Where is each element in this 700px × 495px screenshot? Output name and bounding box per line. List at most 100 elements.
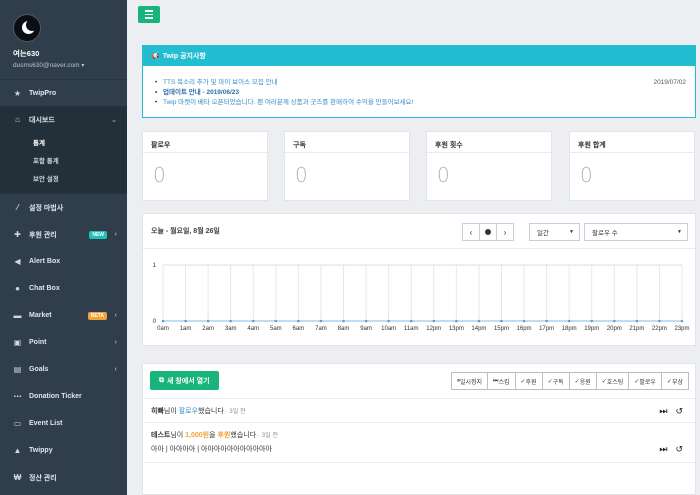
data-point bbox=[635, 319, 639, 323]
x-tick-label: 17pm bbox=[539, 326, 554, 332]
sidebar-item-alertbox[interactable]: ◀ Alert Box bbox=[0, 248, 127, 275]
filter-toggle[interactable]: ✓ 호스팅 bbox=[595, 372, 630, 390]
ticker-icon: ⋯ bbox=[13, 392, 22, 401]
x-tick-label: 7am bbox=[315, 326, 327, 332]
metric-select[interactable]: 팔로우 수 ▼ bbox=[584, 223, 688, 241]
sidebar-sub-total-stats[interactable]: 포함 통계 bbox=[0, 151, 127, 169]
data-point bbox=[206, 319, 210, 323]
data-point bbox=[319, 319, 323, 323]
x-tick-label: 1am bbox=[180, 326, 192, 332]
caret-down-icon: ▼ bbox=[677, 229, 682, 235]
today-button[interactable] bbox=[479, 223, 497, 241]
sidebar-sub-security[interactable]: 보안 설정 bbox=[0, 169, 127, 187]
data-point bbox=[297, 319, 300, 323]
filter-toggle[interactable]: ✓ 응원 bbox=[568, 372, 597, 390]
megaphone-icon: ◀ bbox=[14, 257, 21, 266]
badge: BETA bbox=[87, 311, 107, 320]
sidebar-item-eventlist[interactable]: ▭ Event List bbox=[0, 410, 127, 437]
data-point bbox=[522, 319, 526, 323]
sidebar-item-settlement[interactable]: ₩ 정산 관리 bbox=[0, 464, 127, 491]
data-point bbox=[500, 319, 503, 323]
data-point bbox=[567, 319, 571, 323]
won-icon: ₩ bbox=[13, 473, 22, 482]
stat-card-subscribe: 구독 0 bbox=[284, 131, 410, 201]
replay-icon[interactable]: ↺ bbox=[675, 444, 683, 455]
data-point bbox=[229, 319, 232, 323]
sidebar-item-twippro[interactable]: ★ TwipPro bbox=[0, 80, 127, 106]
dot-icon bbox=[485, 229, 491, 235]
data-point bbox=[432, 319, 436, 323]
sidebar-item-chatbox[interactable]: ● Chat Box bbox=[0, 275, 127, 302]
magic-wand-icon: ⁄ bbox=[16, 203, 19, 212]
sidebar-item-wizard[interactable]: ⁄ 설정 마법사 bbox=[0, 194, 127, 221]
menu-toggle-button[interactable] bbox=[138, 6, 160, 23]
x-tick-label: 10am bbox=[381, 326, 396, 332]
filter-toggle[interactable]: ✓ 팔로우 bbox=[628, 372, 662, 390]
chart-panel: 오늘 - 월요일, 8월 26일 ‹ › 일간 ▼ 팔로우 수 ▼ 1 0 0am 1am… bbox=[142, 213, 696, 346]
open-new-window-button[interactable]: ⧉ 새 창에서 열기 bbox=[150, 371, 219, 390]
filter-toggle[interactable]: ✓ 부상 bbox=[660, 372, 689, 390]
badge: NEW bbox=[89, 230, 107, 239]
data-point bbox=[342, 319, 345, 323]
cart-icon: ▬ bbox=[13, 311, 22, 320]
sidebar: 여는630 dusms630@naver.com ▾ ★ TwipPro ⌂ 대시보… bbox=[0, 0, 127, 495]
x-tick-label: 0am bbox=[157, 326, 169, 332]
megaphone-icon: 📢 bbox=[151, 53, 160, 60]
notice-item[interactable]: 업데이트 안내 - 2019/06/23 bbox=[155, 88, 695, 98]
notice-header: 📢 Twip 공지사항 bbox=[143, 46, 695, 66]
y-tick-label: 1 bbox=[153, 263, 157, 269]
data-point bbox=[409, 319, 413, 323]
avatar[interactable] bbox=[13, 14, 41, 42]
replay-icon[interactable]: ↺ bbox=[675, 406, 683, 417]
stat-card-donation-count: 후원 횟수 0 bbox=[426, 131, 552, 201]
sidebar-item-donation[interactable]: ✚ 후원 관리 NEW ‹ bbox=[0, 221, 127, 248]
notice-item[interactable]: Twip 마켓이 베타 오픈되었습니다. 팬 여러분께 상품과 굿즈를 판매하여… bbox=[155, 98, 695, 108]
x-tick-label: 11am bbox=[404, 326, 419, 332]
filter-toggle[interactable]: ✓ 구독 bbox=[541, 372, 570, 390]
sidebar-item-twippy[interactable]: ▲ Twippy bbox=[0, 437, 127, 464]
chevron-left-icon: ‹ bbox=[114, 231, 117, 238]
data-point bbox=[545, 319, 548, 323]
profile: 여는630 dusms630@naver.com ▾ bbox=[0, 0, 127, 79]
gift-icon: ✚ bbox=[14, 230, 21, 239]
event-panel: ⧉ 새 창에서 열기 ⏸ 일시정지 ⏭ 스킵 ✓ 후원 ✓ 구독 ✓ 응원 ✓ 호스팅 ✓ 팔… bbox=[142, 363, 696, 495]
skip-forward-icon[interactable]: ⏭ bbox=[659, 406, 667, 417]
caret-down-icon: ▾ bbox=[81, 63, 85, 69]
prev-day-button[interactable]: ‹ bbox=[462, 223, 480, 241]
period-select[interactable]: 일간 ▼ bbox=[529, 223, 580, 241]
data-point bbox=[274, 319, 278, 323]
user-email-dropdown[interactable]: dusms630@naver.com ▾ bbox=[13, 62, 127, 69]
sidebar-item-market[interactable]: ▬ Market BETA ‹ bbox=[0, 302, 127, 329]
list-icon: ▭ bbox=[13, 419, 22, 428]
x-tick-label: 2am bbox=[202, 326, 214, 332]
sidebar-item-point[interactable]: ▣ Point ‹ bbox=[0, 329, 127, 356]
chevron-left-icon: ‹ bbox=[114, 339, 117, 346]
stat-card-follow: 팔로우 0 bbox=[142, 131, 268, 201]
filter-toggle[interactable]: ⏭ 스킵 bbox=[487, 372, 516, 390]
data-point bbox=[387, 319, 390, 323]
x-tick-label: 5am bbox=[270, 326, 282, 332]
skip-forward-icon[interactable]: ⏭ bbox=[659, 444, 667, 455]
chart-date-title: 오늘 - 월요일, 8월 26일 bbox=[151, 228, 220, 235]
x-tick-label: 9am bbox=[360, 326, 372, 332]
next-day-button[interactable]: › bbox=[496, 223, 514, 241]
filter-toggle[interactable]: ✓ 후원 bbox=[514, 372, 543, 390]
data-point bbox=[680, 319, 684, 323]
notice-item[interactable]: TTS 목소리 추가 및 마이 보이스 모집 안내 bbox=[155, 78, 695, 88]
bell-icon: ▲ bbox=[13, 446, 22, 455]
data-point bbox=[364, 319, 368, 323]
line-chart: 1 00am 1am 2am 3am 4am 5am 6am 7am 8am 9am 10am 11am… bbox=[153, 263, 690, 332]
sidebar-item-ticker[interactable]: ⋯ Donation Ticker bbox=[0, 383, 127, 410]
home-icon: ⌂ bbox=[15, 115, 20, 124]
data-point bbox=[251, 319, 255, 323]
data-point bbox=[477, 319, 481, 323]
chevron-right-icon: › bbox=[503, 227, 507, 237]
chevron-left-icon: ‹ bbox=[114, 312, 117, 319]
data-point bbox=[184, 319, 187, 323]
sidebar-sub-stats[interactable]: 통계 bbox=[0, 133, 127, 151]
sidebar-item-dashboard[interactable]: ⌂ 대시보드 ⌄ bbox=[0, 106, 127, 133]
chevron-left-icon: ‹ bbox=[114, 366, 117, 373]
sidebar-item-goals[interactable]: ▤ Goals ‹ bbox=[0, 356, 127, 383]
filter-toggle[interactable]: ⏸ 일시정지 bbox=[450, 372, 489, 390]
data-point bbox=[658, 319, 661, 323]
